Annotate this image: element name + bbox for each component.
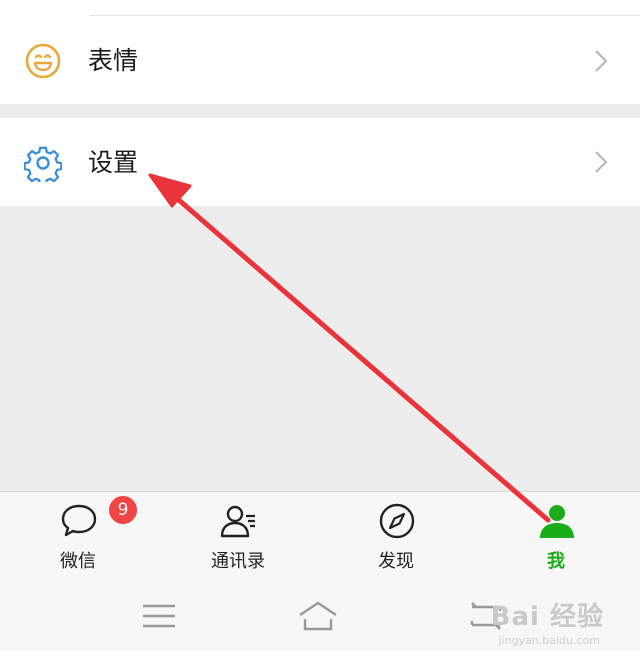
tab-label: 发现: [378, 551, 414, 572]
chevron-right-icon: [595, 50, 608, 72]
tab-label: 通讯录: [211, 551, 265, 572]
menu-item-emoji[interactable]: 表情: [0, 0, 640, 104]
menu-icon[interactable]: [137, 599, 181, 633]
tab-wechat[interactable]: 9 微信: [18, 492, 139, 586]
tab-label: 微信: [60, 551, 96, 572]
tab-discover[interactable]: 发现: [336, 492, 456, 586]
contacts-icon: [220, 505, 255, 538]
menu-item-label: 设置: [88, 148, 139, 177]
watermark-url: jingyan.baidu.com: [498, 634, 600, 647]
chat-bubble-icon: [61, 504, 97, 537]
bottom-tab-bar: 9 微信 通讯录 发现 我: [0, 491, 640, 586]
divider: [90, 15, 640, 16]
chevron-right-icon: [595, 151, 608, 173]
menu-item-settings[interactable]: 设置: [0, 118, 640, 206]
baidu-watermark: Bai 经验: [490, 602, 604, 632]
home-icon[interactable]: [296, 599, 340, 633]
gear-icon: [24, 146, 62, 182]
tab-me[interactable]: 我: [496, 492, 616, 586]
unread-badge: 9: [107, 494, 139, 526]
person-icon: [540, 505, 574, 538]
tab-label: 我: [547, 551, 565, 572]
menu-item-label: 表情: [88, 46, 139, 75]
tab-contacts[interactable]: 通讯录: [178, 492, 298, 586]
compass-icon: [379, 503, 415, 539]
smile-icon: [25, 43, 61, 79]
